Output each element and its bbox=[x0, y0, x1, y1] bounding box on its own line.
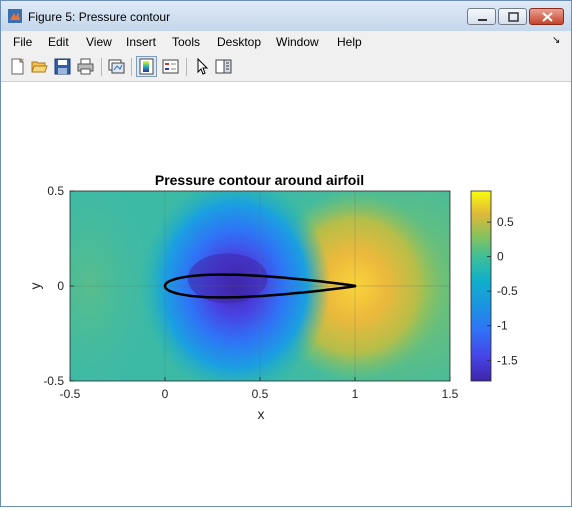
menu-edit[interactable]: Edit bbox=[48, 35, 69, 49]
x-tick-label: 0 bbox=[162, 387, 169, 401]
menu-insert[interactable]: Insert bbox=[126, 35, 156, 49]
colorbar-tick-label: -1 bbox=[497, 319, 508, 333]
toolbar-separator bbox=[186, 58, 187, 76]
figure-canvas[interactable]: -0.5 0 0.5 1 1.5 0.5 0 -0.5 Pressure contour a… bbox=[1, 82, 571, 506]
link-plot-icon[interactable] bbox=[108, 58, 125, 75]
menu-window[interactable]: Window bbox=[276, 35, 319, 49]
minimize-button[interactable] bbox=[467, 8, 496, 25]
close-icon bbox=[542, 12, 553, 22]
title-bar[interactable]: Figure 5: Pressure contour bbox=[1, 1, 571, 31]
maximize-icon bbox=[508, 12, 519, 22]
pressure-contour-plot[interactable]: -0.5 0 0.5 1 1.5 0.5 0 -0.5 Pressure contour a… bbox=[1, 82, 571, 506]
new-figure-icon[interactable] bbox=[9, 58, 26, 75]
colorbar-tick-label: -0.5 bbox=[497, 284, 518, 298]
menu-desktop[interactable]: Desktop bbox=[217, 35, 261, 49]
property-editor-icon[interactable] bbox=[215, 58, 232, 75]
close-button[interactable] bbox=[529, 8, 564, 25]
x-tick-label: 0.5 bbox=[252, 387, 269, 401]
chart-title: Pressure contour around airfoil bbox=[155, 172, 364, 188]
y-axis-ticks: 0.5 0 -0.5 bbox=[43, 184, 74, 388]
y-tick-label: -0.5 bbox=[43, 374, 64, 388]
matlab-logo-icon bbox=[8, 9, 22, 23]
minimize-icon bbox=[478, 19, 487, 21]
colorbar-tick-label: 0 bbox=[497, 250, 504, 264]
menu-view[interactable]: View bbox=[86, 35, 112, 49]
maximize-button[interactable] bbox=[498, 8, 527, 25]
pointer-icon[interactable] bbox=[194, 58, 211, 75]
y-tick-label: 0.5 bbox=[47, 184, 64, 198]
colorbar-tick-label: -1.5 bbox=[497, 353, 518, 367]
legend-icon[interactable] bbox=[162, 58, 179, 75]
y-axis-label: y bbox=[27, 283, 43, 290]
x-tick-label: -0.5 bbox=[60, 387, 81, 401]
colorbar-ticks: 0.5 0 -0.5 -1 -1.5 bbox=[487, 215, 518, 367]
menu-tools[interactable]: Tools bbox=[172, 35, 200, 49]
menu-bar: File Edit View Insert Tools Desktop Wind… bbox=[1, 31, 571, 53]
print-icon[interactable] bbox=[77, 58, 94, 75]
window-title: Figure 5: Pressure contour bbox=[28, 10, 171, 24]
toolbar bbox=[1, 53, 571, 82]
toolbar-separator bbox=[101, 58, 102, 76]
x-axis-label: x bbox=[258, 406, 265, 422]
figure-window: Figure 5: Pressure contour File Edit Vie… bbox=[0, 0, 572, 507]
colorbar[interactable] bbox=[470, 190, 492, 382]
menu-overflow-arrow[interactable]: ↘ bbox=[552, 35, 560, 46]
open-file-icon[interactable] bbox=[31, 58, 48, 75]
colorbar-tick-label: 0.5 bbox=[497, 215, 514, 229]
x-tick-label: 1.5 bbox=[442, 387, 459, 401]
menu-file[interactable]: File bbox=[13, 35, 32, 49]
y-tick-label: 0 bbox=[57, 279, 64, 293]
colorbar-icon[interactable] bbox=[138, 58, 155, 75]
save-icon[interactable] bbox=[54, 58, 71, 75]
toolbar-separator bbox=[131, 58, 132, 76]
menu-help[interactable]: Help bbox=[337, 35, 362, 49]
x-tick-label: 1 bbox=[352, 387, 359, 401]
